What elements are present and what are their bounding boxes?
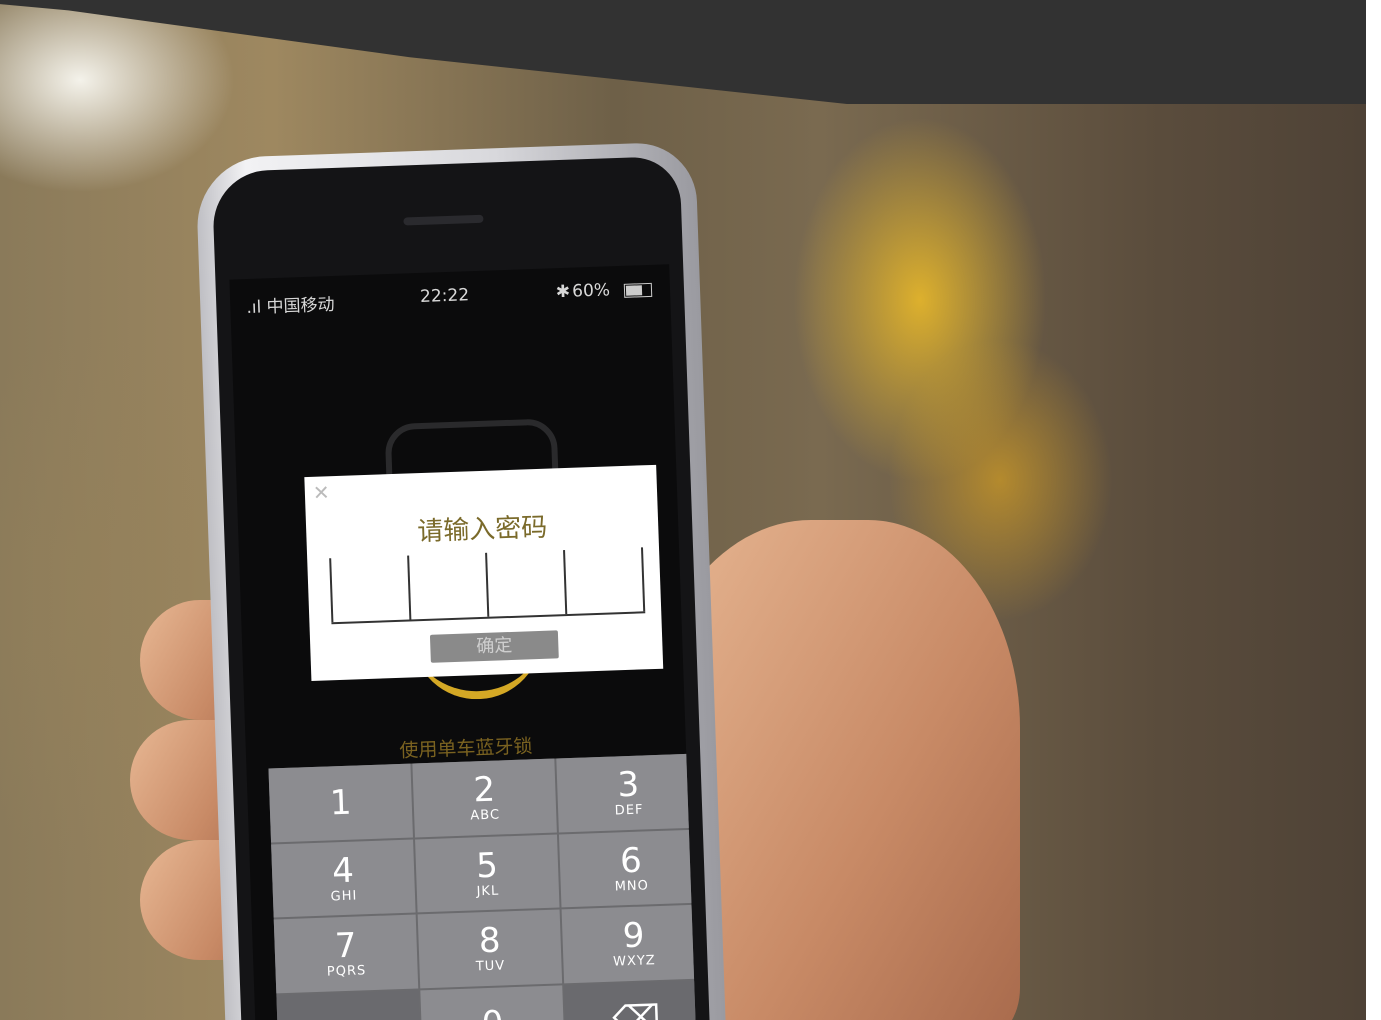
key-1[interactable]: 1 — [268, 763, 413, 842]
key-digit: 3 — [616, 764, 640, 806]
pin-box[interactable] — [329, 555, 410, 623]
battery-percent: 60% — [571, 280, 611, 302]
key-4[interactable]: 4 GHI — [271, 839, 416, 918]
key-letters: PQRS — [326, 963, 367, 980]
key-9[interactable]: 9 WXYZ — [561, 904, 697, 983]
background-photo: .ıl 中国移动 22:22 ✱ 60% 使用单车蓝牙锁 ✕ 请输入密码 确定 … — [0, 0, 1366, 1020]
numeric-keypad: 1 2 ABC 3 DEF 4 GHI 5 JKL 6 MNO 7 PQRS 8 TUV 9W… — [268, 753, 697, 1020]
key-digit: . — [343, 1009, 355, 1020]
confirm-button[interactable]: 确定 — [429, 630, 559, 663]
dialog-title: 请输入密码 — [416, 512, 548, 548]
pin-input[interactable] — [329, 547, 646, 625]
clock: 22:22 — [419, 285, 470, 307]
top-banner — [0, 0, 1366, 104]
status-bar: .ıl 中国移动 22:22 ✱ 60% — [230, 272, 671, 323]
key-digit: 1 — [329, 782, 353, 824]
bluetooth-icon: ✱ — [555, 281, 571, 303]
key-8[interactable]: 8 TUV — [417, 909, 563, 988]
key-7[interactable]: 7 PQRS — [273, 914, 419, 993]
earpiece-speaker — [403, 214, 484, 226]
phone-screen: .ıl 中国移动 22:22 ✱ 60% 使用单车蓝牙锁 ✕ 请输入密码 确定 … — [229, 264, 697, 1020]
key-letters: GHI — [330, 888, 358, 905]
key-digit: 5 — [475, 845, 499, 887]
key-letters: MNO — [614, 878, 650, 895]
key-digit: 7 — [334, 925, 358, 967]
pin-box[interactable] — [485, 550, 566, 617]
key-5[interactable]: 5 JKL — [415, 834, 560, 913]
key-2[interactable]: 2 ABC — [412, 758, 557, 837]
backspace-key[interactable]: ⌫ — [564, 979, 697, 1020]
battery-icon — [623, 282, 653, 298]
key-letters: DEF — [614, 802, 644, 819]
key-digit: 2 — [472, 769, 496, 811]
backspace-icon: ⌫ — [611, 998, 662, 1020]
key-3[interactable]: 3 DEF — [556, 753, 697, 832]
key-digit: 9 — [622, 915, 646, 957]
phone-bezel: .ıl 中国移动 22:22 ✱ 60% 使用单车蓝牙锁 ✕ 请输入密码 确定 … — [211, 155, 711, 1020]
carrier-label: .ıl 中国移动 — [246, 294, 335, 319]
close-icon[interactable]: ✕ — [312, 480, 330, 505]
key-letters: WXYZ — [612, 953, 656, 970]
password-dialog: ✕ 请输入密码 确定 — [304, 464, 664, 681]
phone: .ıl 中国移动 22:22 ✱ 60% 使用单车蓝牙锁 ✕ 请输入密码 确定 … — [195, 141, 727, 1020]
key-digit: 8 — [478, 920, 502, 962]
key-letters: ABC — [470, 807, 501, 824]
key-digit: 4 — [331, 850, 355, 892]
key-letters: JKL — [476, 883, 500, 900]
key-digit: 0 — [481, 1004, 504, 1020]
key-0[interactable]: 0 — [420, 984, 565, 1020]
pin-box[interactable] — [563, 547, 646, 615]
key-digit: 6 — [619, 840, 643, 882]
pin-box[interactable] — [407, 552, 488, 620]
key-dot[interactable]: . — [276, 989, 421, 1020]
key-letters: TUV — [475, 958, 506, 975]
key-6[interactable]: 6 MNO — [558, 828, 697, 908]
